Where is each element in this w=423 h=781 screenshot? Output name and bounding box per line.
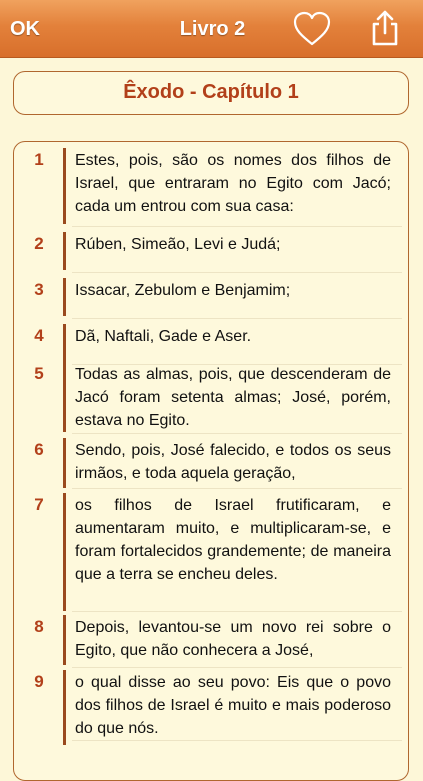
verse-number: 5 [34, 364, 44, 383]
verse-text: Sendo, pois, José falecido, e todos os s… [75, 442, 391, 482]
verse-bar [63, 615, 66, 665]
favorite-button[interactable] [292, 10, 332, 48]
verse-text: Dã, Naftali, Gade e Aser. [75, 328, 252, 345]
verse-number: 4 [34, 326, 44, 345]
verse-bar [63, 362, 66, 432]
verse-row[interactable]: 2 Rúben, Simeão, Levi e Judá; [14, 226, 407, 272]
verse-row[interactable]: 7 os filhos de Israel frutificaram, e au… [14, 487, 407, 612]
verse-number: 7 [34, 495, 44, 514]
chapter-heading: Êxodo - Capítulo 1 [13, 71, 409, 115]
verse-divider [72, 740, 402, 741]
verse-number: 8 [34, 617, 44, 636]
verse-text: Depois, levantou-se um novo rei sobre o … [75, 619, 391, 659]
verse-text: Rúben, Simeão, Levi e Judá; [75, 236, 281, 253]
share-icon [372, 10, 398, 46]
verse-bar [63, 232, 66, 270]
top-toolbar: OK Livro 2 [0, 0, 423, 58]
share-button[interactable] [366, 8, 404, 48]
verse-bar [63, 670, 66, 745]
ok-button[interactable]: OK [10, 14, 40, 44]
verse-number: 3 [34, 280, 44, 299]
verse-row[interactable]: 6 Sendo, pois, José falecido, e todos os… [14, 432, 407, 488]
verse-row[interactable]: 9 o qual disse ao seu povo: Eis que o po… [14, 664, 407, 746]
verse-bar [63, 278, 66, 316]
verse-text: Issacar, Zebulom e Benjamim; [75, 282, 291, 299]
verse-number: 1 [34, 150, 44, 169]
verse-text: os filhos de Israel frutificaram, e aume… [75, 497, 391, 583]
verse-row[interactable]: 8 Depois, levantou-se um novo rei sobre … [14, 609, 407, 669]
verse-text: Todas as almas, pois, que descenderam de… [75, 366, 391, 429]
verse-number: 6 [34, 440, 44, 459]
book-title: Livro 2 [179, 18, 246, 40]
verse-row[interactable]: 1 Estes, pois, são os nomes dos filhos d… [14, 142, 407, 228]
verse-number: 2 [34, 234, 44, 253]
verse-row[interactable]: 5 Todas as almas, pois, que descenderam … [14, 356, 407, 433]
verse-number: 9 [34, 672, 44, 691]
verse-text: o qual disse ao seu povo: Eis que o povo… [75, 674, 391, 737]
verse-row[interactable]: 3 Issacar, Zebulom e Benjamim; [14, 272, 407, 318]
verse-bar [63, 493, 66, 611]
verses-panel[interactable]: 1 Estes, pois, são os nomes dos filhos d… [13, 141, 409, 781]
verse-bar [63, 438, 66, 488]
heart-outline-icon [293, 11, 331, 46]
verse-text: Estes, pois, são os nomes dos filhos de … [75, 152, 391, 215]
verse-bar [63, 148, 66, 224]
